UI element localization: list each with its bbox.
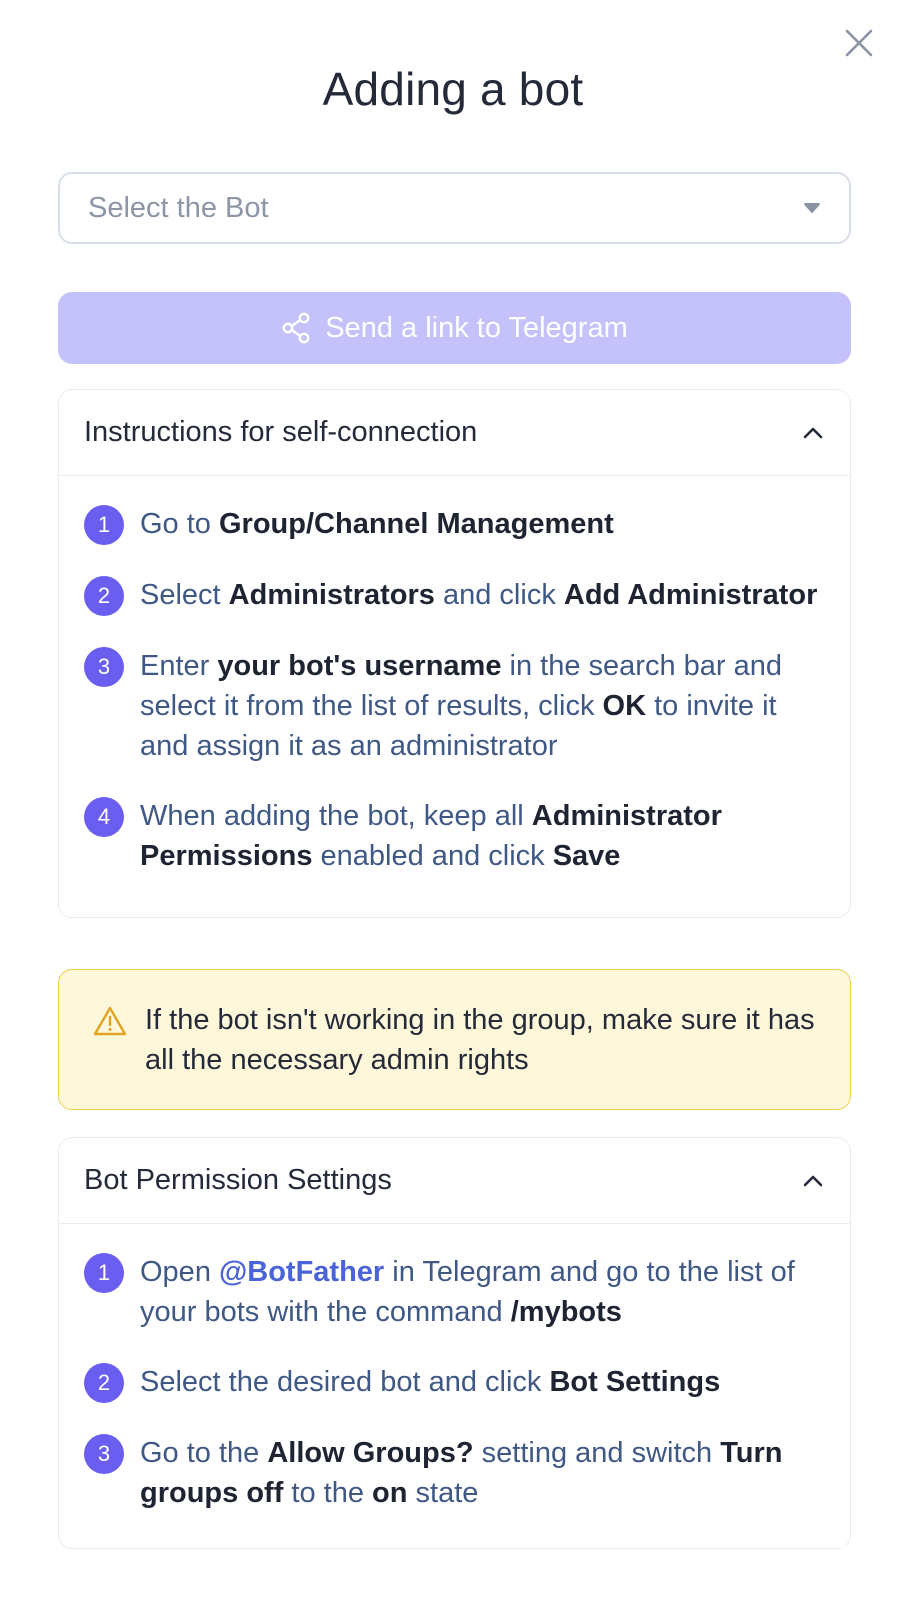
step-text: Go to Group/Channel Management bbox=[140, 504, 614, 544]
permissions-panel: Bot Permission Settings 1 Open @BotFather… bbox=[58, 1137, 851, 1549]
step-number-badge: 3 bbox=[84, 647, 124, 687]
step-number-badge: 2 bbox=[84, 576, 124, 616]
step-item: 2 Select Administrators and click Add Adm… bbox=[84, 575, 824, 616]
permissions-panel-header[interactable]: Bot Permission Settings bbox=[59, 1138, 850, 1224]
send-link-button-label: Send a link to Telegram bbox=[325, 311, 628, 344]
step-text: Select the desired bot and click Bot Set… bbox=[140, 1362, 720, 1402]
share-icon bbox=[282, 312, 310, 344]
step-text: Enter your bot's username in the search … bbox=[140, 646, 824, 766]
close-button[interactable] bbox=[842, 26, 876, 60]
step-text-segment: When adding the bot, keep all bbox=[140, 800, 532, 832]
step-item: 1 Go to Group/Channel Management bbox=[84, 504, 824, 545]
close-icon bbox=[845, 29, 873, 57]
step-text-bold: Allow Groups? bbox=[267, 1437, 474, 1469]
step-text-segment: Open bbox=[140, 1256, 219, 1288]
step-number-badge: 2 bbox=[84, 1363, 124, 1403]
step-text: Go to the Allow Groups? setting and swit… bbox=[140, 1433, 824, 1513]
send-link-button[interactable]: Send a link to Telegram bbox=[58, 292, 851, 364]
step-number-badge: 1 bbox=[84, 505, 124, 545]
step-text-segment: Enter bbox=[140, 650, 218, 682]
step-text-bold: Group/Channel Management bbox=[219, 508, 614, 540]
step-text-bold: Add Administrator bbox=[563, 579, 818, 611]
warning-triangle-icon bbox=[93, 1006, 127, 1036]
step-number-badge: 3 bbox=[84, 1434, 124, 1474]
warning-banner: If the bot isn't working in the group, m… bbox=[58, 969, 851, 1110]
instructions-steps: 1 Go to Group/Channel Management 2 Select A… bbox=[59, 476, 850, 876]
caret-down-icon bbox=[804, 203, 820, 213]
step-item: 3 Go to the Allow Groups? setting and swi… bbox=[84, 1433, 824, 1513]
step-text-segment: setting and switch bbox=[473, 1437, 721, 1469]
permissions-steps: 1 Open @BotFather in Telegram and go to t… bbox=[59, 1224, 850, 1513]
step-text-segment: enabled and click bbox=[312, 840, 553, 872]
step-item: 1 Open @BotFather in Telegram and go to t… bbox=[84, 1252, 824, 1332]
step-text-segment: and click bbox=[434, 579, 564, 611]
step-text: Select Administrators and click Add Admi… bbox=[140, 575, 817, 615]
step-text-segment: Select the desired bot and click bbox=[140, 1366, 550, 1398]
step-text-bold: your bot's username bbox=[217, 650, 502, 682]
step-text-segment: state bbox=[407, 1477, 479, 1509]
step-text-segment: Go to the bbox=[140, 1437, 268, 1469]
step-text-bold: Bot Settings bbox=[549, 1366, 721, 1398]
step-text-bold: Save bbox=[552, 840, 621, 872]
instructions-panel-header[interactable]: Instructions for self-connection bbox=[59, 390, 850, 476]
botfather-link[interactable]: @BotFather bbox=[219, 1256, 384, 1288]
step-number-badge: 1 bbox=[84, 1253, 124, 1293]
step-text: Open @BotFather in Telegram and go to th… bbox=[140, 1252, 824, 1332]
instructions-panel-title: Instructions for self-connection bbox=[84, 416, 478, 448]
step-text-bold: /mybots bbox=[510, 1296, 622, 1328]
step-text-segment: Select bbox=[140, 579, 229, 611]
instructions-panel: Instructions for self-connection 1 Go to … bbox=[58, 389, 851, 918]
bot-select-placeholder: Select the Bot bbox=[88, 191, 269, 224]
step-text: When adding the bot, keep all Administra… bbox=[140, 796, 824, 876]
step-text-bold: OK bbox=[602, 690, 647, 722]
step-text-bold: Administrators bbox=[228, 579, 435, 611]
warning-text: If the bot isn't working in the group, m… bbox=[145, 1004, 815, 1076]
dialog-title: Adding a bot bbox=[322, 63, 584, 115]
permissions-panel-title: Bot Permission Settings bbox=[84, 1164, 392, 1196]
step-text-bold: on bbox=[372, 1477, 408, 1509]
step-item: 2 Select the desired bot and click Bot Se… bbox=[84, 1362, 824, 1403]
step-item: 4 When adding the bot, keep all Administr… bbox=[84, 796, 824, 876]
step-item: 3 Enter your bot's username in the search… bbox=[84, 646, 824, 766]
step-number-badge: 4 bbox=[84, 797, 124, 837]
step-text-segment: to the bbox=[283, 1477, 373, 1509]
chevron-up-icon bbox=[803, 1175, 823, 1186]
step-text-segment: Go to bbox=[140, 508, 219, 540]
chevron-up-icon bbox=[803, 427, 823, 438]
bot-select[interactable]: Select the Bot bbox=[58, 172, 851, 244]
